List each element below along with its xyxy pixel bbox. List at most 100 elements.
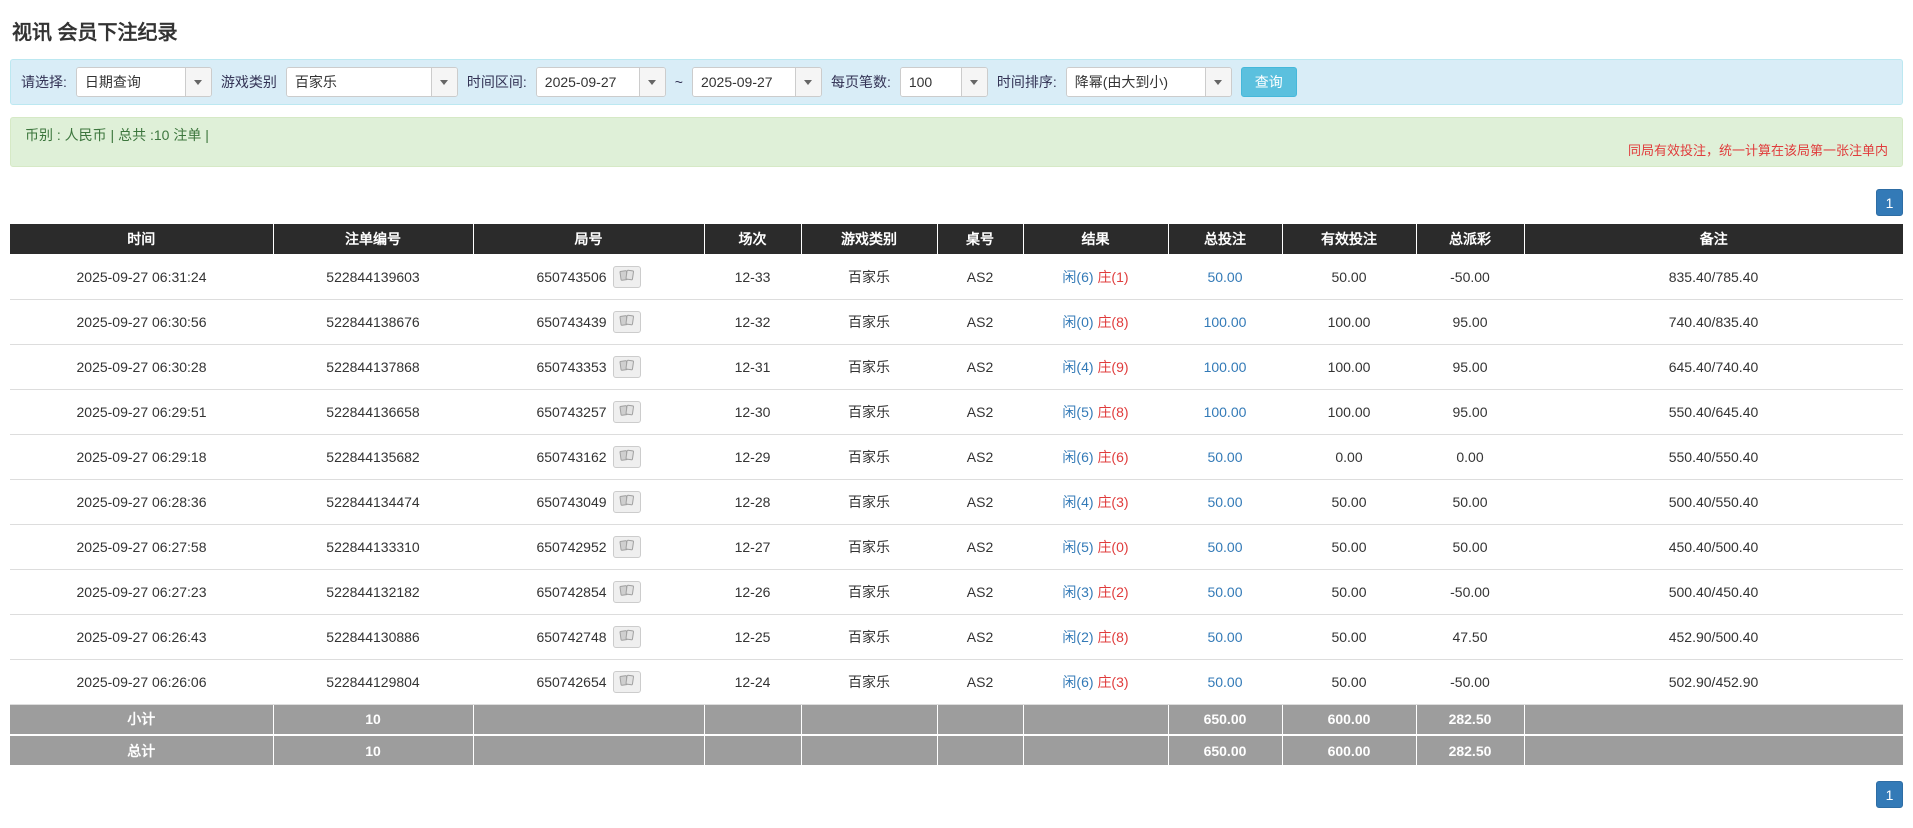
date-from-combo	[536, 67, 666, 97]
page-title: 视讯 会员下注纪录	[12, 16, 1903, 45]
session-cell: 12-33	[704, 254, 801, 299]
table-no-cell: AS2	[937, 614, 1023, 659]
view-cards-button[interactable]	[613, 266, 641, 288]
cards-icon	[619, 539, 635, 555]
remark-cell: 740.40/835.40	[1524, 299, 1903, 344]
total-bet-cell: 50.00	[1168, 524, 1282, 569]
round-cell: 650743049	[473, 479, 704, 524]
page-1-button[interactable]: 1	[1876, 189, 1903, 216]
total-bet-link[interactable]: 50.00	[1207, 449, 1242, 465]
grand-total-total-bet: 650.00	[1168, 735, 1282, 766]
result-cell: 闲(4) 庄(9)	[1023, 344, 1168, 389]
pagination-bottom: 1	[10, 781, 1903, 808]
game-type-cell: 百家乐	[801, 569, 937, 614]
round-number: 650742854	[536, 584, 606, 600]
total-bet-link[interactable]: 50.00	[1207, 494, 1242, 510]
view-cards-button[interactable]	[613, 536, 641, 558]
round-cell: 650743353	[473, 344, 704, 389]
table-header-row: 时间 注单编号 局号 场次 游戏类别 桌号 结果 总投注 有效投注 总派彩 备注	[10, 224, 1903, 254]
total-bet-link[interactable]: 100.00	[1204, 404, 1247, 420]
round-cell: 650742748	[473, 614, 704, 659]
view-cards-button[interactable]	[613, 311, 641, 333]
cards-icon	[619, 629, 635, 645]
subtotal-row: 小计 10 650.00 600.00 282.50	[10, 704, 1903, 735]
time-sort-dropdown-button[interactable]	[1205, 68, 1231, 96]
total-bet-link[interactable]: 50.00	[1207, 584, 1242, 600]
game-type-dropdown-button[interactable]	[431, 68, 457, 96]
valid-bet-cell: 50.00	[1282, 569, 1416, 614]
total-bet-link[interactable]: 100.00	[1204, 314, 1247, 330]
game-type-cell: 百家乐	[801, 254, 937, 299]
date-to-dropdown-button[interactable]	[795, 68, 821, 96]
view-cards-button[interactable]	[613, 671, 641, 693]
session-cell: 12-29	[704, 434, 801, 479]
round-cell: 650743506	[473, 254, 704, 299]
result-cell: 闲(4) 庄(3)	[1023, 479, 1168, 524]
table-no-cell: AS2	[937, 659, 1023, 704]
time-sort-combo	[1066, 67, 1232, 97]
valid-bet-cell: 100.00	[1282, 299, 1416, 344]
remark-cell: 550.40/645.40	[1524, 389, 1903, 434]
bet-id-cell: 522844132182	[273, 569, 473, 614]
round-cell: 650743162	[473, 434, 704, 479]
grand-total-empty-cell	[704, 735, 801, 766]
payout-cell: 0.00	[1416, 434, 1524, 479]
column-header-valid-bet: 有效投注	[1282, 224, 1416, 254]
grand-total-label: 总计	[10, 735, 273, 766]
time-cell: 2025-09-27 06:26:43	[10, 614, 273, 659]
valid-bet-cell: 100.00	[1282, 344, 1416, 389]
view-cards-button[interactable]	[613, 581, 641, 603]
date-to-input[interactable]	[693, 68, 795, 96]
grand-total-empty-cell	[801, 735, 937, 766]
column-header-result: 结果	[1023, 224, 1168, 254]
subtotal-valid-bet: 600.00	[1282, 704, 1416, 735]
view-cards-button[interactable]	[613, 356, 641, 378]
round-number: 650742748	[536, 629, 606, 645]
payout-cell: 95.00	[1416, 344, 1524, 389]
search-button[interactable]: 查询	[1241, 67, 1297, 97]
result-cell: 闲(6) 庄(1)	[1023, 254, 1168, 299]
time-cell: 2025-09-27 06:29:51	[10, 389, 273, 434]
cards-icon	[619, 674, 635, 690]
valid-bet-cell: 50.00	[1282, 659, 1416, 704]
game-type-input[interactable]	[287, 68, 431, 96]
round-number: 650742952	[536, 539, 606, 555]
table-no-cell: AS2	[937, 569, 1023, 614]
game-type-cell: 百家乐	[801, 524, 937, 569]
player-result: 闲(6)	[1062, 449, 1093, 465]
date-from-input[interactable]	[537, 68, 639, 96]
cards-icon	[619, 314, 635, 330]
game-type-cell: 百家乐	[801, 614, 937, 659]
date-from-dropdown-button[interactable]	[639, 68, 665, 96]
banker-result: 庄(8)	[1097, 629, 1128, 645]
page-1-button[interactable]: 1	[1876, 781, 1903, 808]
grand-total-payout: 282.50	[1416, 735, 1524, 766]
view-cards-button[interactable]	[613, 626, 641, 648]
banker-result: 庄(8)	[1097, 314, 1128, 330]
select-type-input[interactable]	[77, 68, 185, 96]
time-sort-input[interactable]	[1067, 68, 1205, 96]
total-bet-link[interactable]: 50.00	[1207, 629, 1242, 645]
cards-icon	[619, 494, 635, 510]
payout-cell: -50.00	[1416, 254, 1524, 299]
view-cards-button[interactable]	[613, 446, 641, 468]
subtotal-total-bet: 650.00	[1168, 704, 1282, 735]
total-bet-cell: 50.00	[1168, 659, 1282, 704]
subtotal-empty-cell	[473, 704, 704, 735]
bet-id-cell: 522844136658	[273, 389, 473, 434]
total-bet-link[interactable]: 50.00	[1207, 269, 1242, 285]
total-bet-link[interactable]: 50.00	[1207, 539, 1242, 555]
view-cards-button[interactable]	[613, 491, 641, 513]
time-cell: 2025-09-27 06:30:56	[10, 299, 273, 344]
pagination-top: 1	[10, 189, 1903, 216]
remark-cell: 450.40/500.40	[1524, 524, 1903, 569]
page-size-dropdown-button[interactable]	[961, 68, 987, 96]
bet-id-cell: 522844135682	[273, 434, 473, 479]
page-size-input[interactable]	[901, 68, 961, 96]
view-cards-button[interactable]	[613, 401, 641, 423]
total-bet-link[interactable]: 50.00	[1207, 674, 1242, 690]
select-type-dropdown-button[interactable]	[185, 68, 211, 96]
player-result: 闲(6)	[1062, 674, 1093, 690]
total-bet-link[interactable]: 100.00	[1204, 359, 1247, 375]
subtotal-label: 小计	[10, 704, 273, 735]
